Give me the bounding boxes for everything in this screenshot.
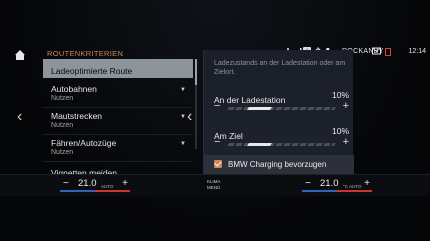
scrollbar-thumb[interactable] bbox=[195, 59, 197, 85]
clock: 12:14 bbox=[408, 48, 426, 55]
minus-button[interactable]: − bbox=[214, 100, 220, 112]
list-item-value: Nutzen bbox=[51, 122, 74, 129]
chevron-down-icon: ▼ bbox=[180, 141, 186, 147]
destination-slider[interactable]: − + bbox=[214, 136, 349, 150]
charging-station-setting: An der Ladestation 10% − + bbox=[214, 90, 349, 112]
back-chevron-icon[interactable]: ‹ bbox=[17, 108, 22, 126]
checkbox-label: BMW Charging bevorzugen bbox=[228, 160, 327, 169]
temperature: 21.0 bbox=[320, 178, 339, 189]
info-text: Ladezustands an der Ladestation oder am … bbox=[214, 60, 346, 76]
charging-station-slider[interactable]: − + bbox=[214, 100, 349, 114]
chevron-down-icon: ▼ bbox=[180, 114, 186, 120]
slider-fill bbox=[246, 107, 273, 110]
climate-bar: − 21.0 AUTO + KLIMA MENÜ − 21.0 °C AUTO … bbox=[0, 174, 430, 196]
chevron-down-icon: ▼ bbox=[180, 87, 186, 93]
auto-label: AUTO bbox=[101, 184, 114, 189]
destination-setting: Am Ziel 10% − + bbox=[214, 126, 349, 148]
list-item-toll-roads[interactable]: Mautstrecken Nutzen ▼ bbox=[43, 108, 193, 135]
temperature-scale bbox=[60, 190, 130, 192]
list-item-label: Mautstrecken bbox=[51, 111, 103, 121]
menu-label-line1: KLIMA bbox=[207, 179, 221, 184]
temp-up-button[interactable]: + bbox=[364, 178, 370, 189]
plus-button[interactable]: + bbox=[343, 100, 349, 112]
slider-track[interactable] bbox=[227, 143, 336, 146]
list-item-label: Autobahnen bbox=[51, 84, 97, 94]
temperature-scale bbox=[302, 190, 372, 192]
list-item-charging-optimized-route[interactable]: Ladeoptimierte Route bbox=[43, 59, 193, 78]
idrive-screen: ↑ ROCKANBY 12:14 ‹ ROUTENKRITERIEN Ladeo… bbox=[0, 0, 430, 241]
list-item-value: Nutzen bbox=[51, 149, 74, 156]
list-item-label: Ladeoptimierte Route bbox=[51, 66, 133, 76]
list-item-value: Nutzen bbox=[51, 95, 74, 102]
auto-label: °C AUTO bbox=[343, 184, 362, 189]
back-chevron-icon[interactable]: ‹ bbox=[187, 108, 192, 126]
temp-up-button[interactable]: + bbox=[122, 178, 128, 189]
checkbox[interactable] bbox=[214, 160, 222, 168]
slider-track[interactable] bbox=[227, 107, 336, 110]
mail-icon bbox=[372, 47, 381, 57]
climate-menu-button[interactable]: KLIMA MENÜ bbox=[207, 179, 221, 191]
battery-icon bbox=[385, 48, 391, 56]
route-criteria-list: Ladeoptimierte Route Autobahnen Nutzen ▼… bbox=[43, 59, 193, 189]
setting-value: 10% bbox=[331, 126, 349, 136]
scrollbar[interactable] bbox=[195, 59, 197, 149]
section-title: ROUTENKRITERIEN bbox=[47, 49, 124, 58]
list-item-highways[interactable]: Autobahnen Nutzen ▼ bbox=[43, 81, 193, 108]
setting-value: 10% bbox=[331, 90, 349, 100]
list-item-ferries[interactable]: Fähren/Autozüge Nutzen ▼ bbox=[43, 135, 193, 162]
list-item-label: Fähren/Autozüge bbox=[51, 138, 117, 148]
plus-button[interactable]: + bbox=[343, 136, 349, 148]
bmw-charging-checkbox-row[interactable]: BMW Charging bevorzugen bbox=[204, 155, 354, 174]
menu-label-line2: MENÜ bbox=[207, 185, 221, 190]
minus-button[interactable]: − bbox=[214, 136, 220, 148]
charge-settings-panel: Ladezustands an der Ladestation oder am … bbox=[203, 50, 354, 174]
temperature: 21.0 bbox=[78, 178, 97, 189]
temp-down-button[interactable]: − bbox=[63, 178, 69, 189]
temp-down-button[interactable]: − bbox=[305, 178, 311, 189]
home-icon[interactable] bbox=[14, 48, 28, 60]
slider-fill bbox=[246, 143, 273, 146]
